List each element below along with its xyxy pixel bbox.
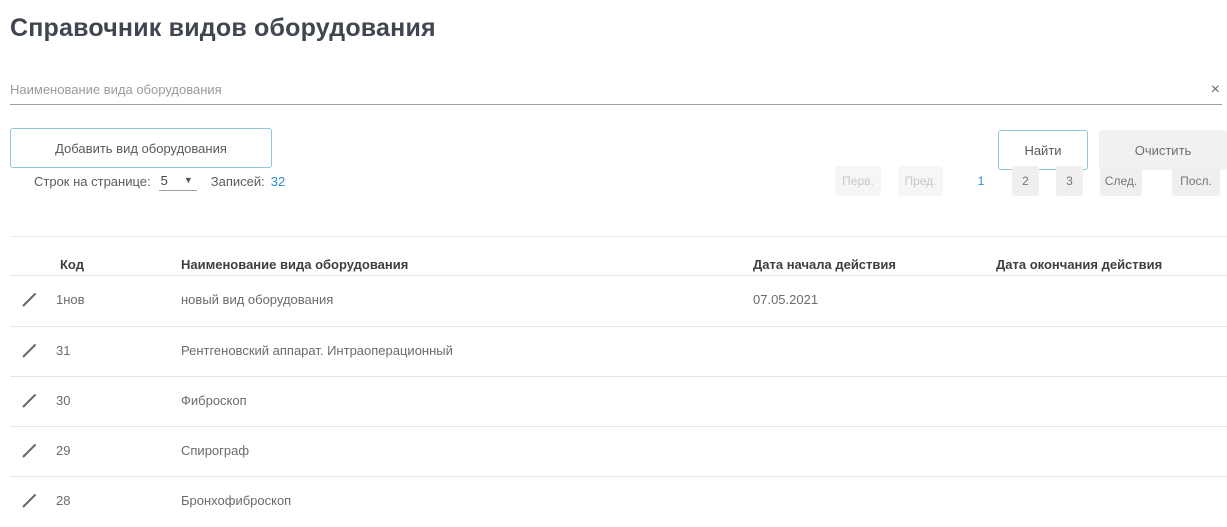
column-header-name[interactable]: Наименование вида оборудования [181,257,408,272]
pencil-icon[interactable] [20,390,40,410]
cell-code: 29 [56,443,71,458]
cell-code: 28 [56,493,71,508]
cell-name: Спирограф [181,443,250,458]
pencil-icon[interactable] [20,490,40,510]
cell-name: Фиброскоп [181,393,247,408]
table-row[interactable]: 30 Фиброскоп [10,376,1227,427]
cell-name: Бронхофиброскоп [181,493,292,508]
first-page-button[interactable]: Перв. [835,166,881,196]
pencil-icon[interactable] [20,340,40,360]
cell-code: 1нов [56,292,85,307]
cell-code: 30 [56,393,71,408]
page-1-button[interactable]: 1 [966,166,996,196]
chevron-down-icon: ▼ [183,175,193,185]
find-button[interactable]: Найти [998,130,1088,170]
prev-page-button[interactable]: Пред. [898,166,943,196]
rows-per-page: Строк на странице: 5 ▼ Записей: 32 [34,170,285,192]
close-icon[interactable]: × [1211,80,1220,100]
column-header-start-date[interactable]: Дата начала действия [753,257,896,272]
cell-name: новый вид оборудования [181,292,334,307]
cell-code: 31 [56,343,71,358]
rows-per-page-select[interactable]: 5 ▼ [158,171,197,191]
page-title: Справочник видов оборудования [10,14,436,42]
page-2-button[interactable]: 2 [1012,166,1039,196]
rows-per-page-label: Строк на странице: [34,173,151,189]
pencil-icon[interactable] [20,289,40,309]
table-row[interactable]: 29 Спирограф [10,426,1227,477]
pencil-icon[interactable] [20,440,40,460]
cell-name: Рентгеновский аппарат. Интраоперационный [181,343,453,358]
add-equipment-type-button[interactable]: Добавить вид оборудования [10,128,272,168]
records-label: Записей: [210,173,265,189]
table-row[interactable]: 31 Рентгеновский аппарат. Интраоперацион… [10,326,1227,377]
records-count: 32 [270,173,286,189]
table-row[interactable]: 28 Бронхофиброскоп [10,476,1227,527]
search-input[interactable] [10,78,1190,100]
column-header-code[interactable]: Код [60,257,84,272]
last-page-button[interactable]: Посл. [1172,166,1220,196]
rows-per-page-value: 5 [160,172,168,188]
table-divider [10,236,1227,237]
next-page-button[interactable]: След. [1100,166,1142,196]
clear-button[interactable]: Очистить [1099,130,1227,170]
cell-start-date: 07.05.2021 [753,292,819,307]
column-header-end-date[interactable]: Дата окончания действия [996,257,1162,272]
table-row[interactable]: 1нов новый вид оборудования 07.05.2021 [10,275,1227,326]
search-field: × [10,76,1222,105]
page-3-button[interactable]: 3 [1056,166,1083,196]
